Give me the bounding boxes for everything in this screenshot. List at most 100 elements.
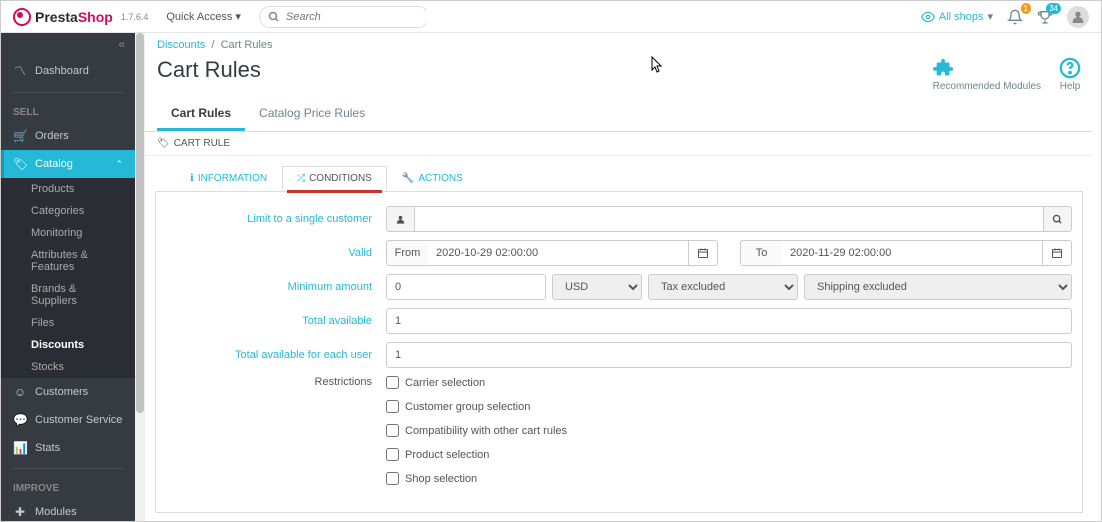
- app-version: 1.7.6.4: [121, 12, 149, 22]
- label-to: To: [740, 240, 782, 266]
- sidebar-item-label: Modules: [35, 506, 77, 518]
- currency-select[interactable]: USD: [552, 274, 642, 300]
- recommended-modules-button[interactable]: Recommended Modules: [933, 57, 1041, 92]
- panel-header: 🏷 CART RULE: [145, 132, 1093, 156]
- sidebar: « 〽 Dashboard SELL 🛒 Orders 🏷 Catalog ⌃ …: [1, 33, 135, 521]
- messages-button[interactable]: 34: [1037, 9, 1053, 25]
- sidebar-subitem-discounts[interactable]: Discounts: [1, 334, 135, 356]
- user-icon: ☺: [13, 385, 27, 399]
- sidebar-section-sell: SELL: [1, 99, 135, 122]
- sidebar-subitem-attributes[interactable]: Attributes & Features: [1, 244, 135, 278]
- calendar-icon: [697, 247, 709, 259]
- restriction-product[interactable]: Product selection: [386, 448, 489, 461]
- valid-from-input[interactable]: [428, 240, 688, 266]
- sidebar-item-catalog[interactable]: 🏷 Catalog ⌃: [1, 150, 135, 178]
- sidebar-item-label: Stats: [35, 442, 60, 454]
- sidebar-item-label: Orders: [35, 130, 69, 142]
- messages-badge: 34: [1046, 3, 1061, 14]
- sidebar-item-dashboard[interactable]: 〽 Dashboard: [1, 55, 135, 86]
- search-customer-button[interactable]: [1044, 206, 1072, 232]
- sidebar-subitem-products[interactable]: Products: [1, 178, 135, 200]
- trend-icon: 〽: [13, 62, 27, 79]
- minimum-amount-input[interactable]: [386, 274, 546, 300]
- shuffle-icon: ⤮: [297, 173, 305, 184]
- help-button[interactable]: Help: [1059, 57, 1081, 92]
- panel-header-label: CART RULE: [174, 138, 230, 149]
- tab-cart-rules[interactable]: Cart Rules: [157, 98, 245, 131]
- sidebar-collapse-button[interactable]: «: [1, 33, 135, 55]
- label-restrictions: Restrictions: [166, 376, 386, 388]
- sidebar-item-label: Customers: [35, 386, 88, 398]
- logo-icon: [13, 8, 31, 26]
- breadcrumb: Discounts / Cart Rules: [145, 33, 1093, 57]
- sidebar-subitem-stocks[interactable]: Stocks: [1, 356, 135, 378]
- inner-tab-information[interactable]: ℹ INFORMATION: [175, 166, 282, 191]
- breadcrumb-parent[interactable]: Discounts: [157, 39, 205, 51]
- total-per-user-input[interactable]: [386, 342, 1072, 368]
- checkbox-group[interactable]: [386, 400, 399, 413]
- chevron-down-icon: ▾: [987, 10, 993, 23]
- search-icon: [1052, 214, 1063, 225]
- checkbox-carrier[interactable]: [386, 376, 399, 389]
- logo[interactable]: PrestaShop 1.7.6.4: [13, 8, 148, 26]
- tab-catalog-price-rules[interactable]: Catalog Price Rules: [245, 98, 379, 131]
- sidebar-item-stats[interactable]: 📊 Stats: [1, 434, 135, 462]
- checkbox-shop[interactable]: [386, 472, 399, 485]
- restriction-group[interactable]: Customer group selection: [386, 400, 530, 413]
- quick-access-label: Quick Access: [166, 11, 232, 23]
- calendar-icon: [1051, 247, 1063, 259]
- cart-icon: 🛒: [13, 129, 27, 143]
- stats-icon: 📊: [13, 441, 27, 455]
- limit-customer-input[interactable]: [414, 206, 1044, 232]
- sidebar-item-orders[interactable]: 🛒 Orders: [1, 122, 135, 150]
- restriction-shop[interactable]: Shop selection: [386, 472, 477, 485]
- tax-select[interactable]: Tax excluded: [648, 274, 798, 300]
- search-input[interactable]: [286, 11, 429, 23]
- checkbox-compat[interactable]: [386, 424, 399, 437]
- sidebar-item-customers[interactable]: ☺ Customers: [1, 378, 135, 406]
- checkbox-product[interactable]: [386, 448, 399, 461]
- checkbox-label: Carrier selection: [405, 377, 485, 389]
- shop-selector-label: All shops: [939, 11, 984, 23]
- help-icon: [1059, 57, 1081, 79]
- inner-tab-actions[interactable]: 🔧 ACTIONS: [387, 166, 478, 191]
- sidebar-item-label: Catalog: [35, 158, 73, 170]
- sidebar-subitem-categories[interactable]: Categories: [1, 200, 135, 222]
- puzzle-icon: [933, 57, 1041, 79]
- calendar-from-button[interactable]: [688, 240, 718, 266]
- chevron-down-icon: ▾: [235, 10, 241, 23]
- checkbox-label: Compatibility with other cart rules: [405, 425, 567, 437]
- shop-selector[interactable]: All shops ▾: [921, 10, 993, 24]
- total-available-input[interactable]: [386, 308, 1072, 334]
- breadcrumb-current: Cart Rules: [221, 39, 273, 51]
- sidebar-item-label: Dashboard: [35, 65, 89, 77]
- sidebar-item-modules[interactable]: ✚ Modules: [1, 498, 135, 521]
- quick-access-menu[interactable]: Quick Access ▾: [166, 10, 241, 23]
- sidebar-scrollbar[interactable]: [135, 33, 145, 521]
- calendar-to-button[interactable]: [1042, 240, 1072, 266]
- label-from: From: [386, 240, 428, 266]
- chat-icon: 💬: [13, 413, 27, 427]
- label-limit-customer: Limit to a single customer: [166, 213, 386, 225]
- inner-tab-label: CONDITIONS: [309, 173, 372, 184]
- notifications-button[interactable]: 1: [1007, 9, 1023, 25]
- label-total-available: Total available: [166, 315, 386, 327]
- scrollbar-thumb[interactable]: [136, 33, 144, 413]
- page-title: Cart Rules: [157, 57, 261, 83]
- logo-text-a: Presta: [35, 9, 78, 25]
- valid-to-input[interactable]: [782, 240, 1042, 266]
- restriction-compat[interactable]: Compatibility with other cart rules: [386, 424, 567, 437]
- inner-tab-conditions[interactable]: ⤮ CONDITIONS: [282, 166, 387, 191]
- help-label: Help: [1060, 81, 1081, 92]
- sidebar-item-label: Customer Service: [35, 414, 122, 426]
- sidebar-subitem-monitoring[interactable]: Monitoring: [1, 222, 135, 244]
- sidebar-item-customer-service[interactable]: 💬 Customer Service: [1, 406, 135, 434]
- sidebar-subitem-files[interactable]: Files: [1, 312, 135, 334]
- divider: [13, 92, 123, 93]
- search-bar[interactable]: [259, 6, 429, 28]
- shipping-select[interactable]: Shipping excluded: [804, 274, 1072, 300]
- inner-tab-label: ACTIONS: [418, 173, 462, 184]
- restriction-carrier[interactable]: Carrier selection: [386, 376, 485, 389]
- sidebar-subitem-brands[interactable]: Brands & Suppliers: [1, 278, 135, 312]
- user-avatar[interactable]: [1067, 6, 1089, 28]
